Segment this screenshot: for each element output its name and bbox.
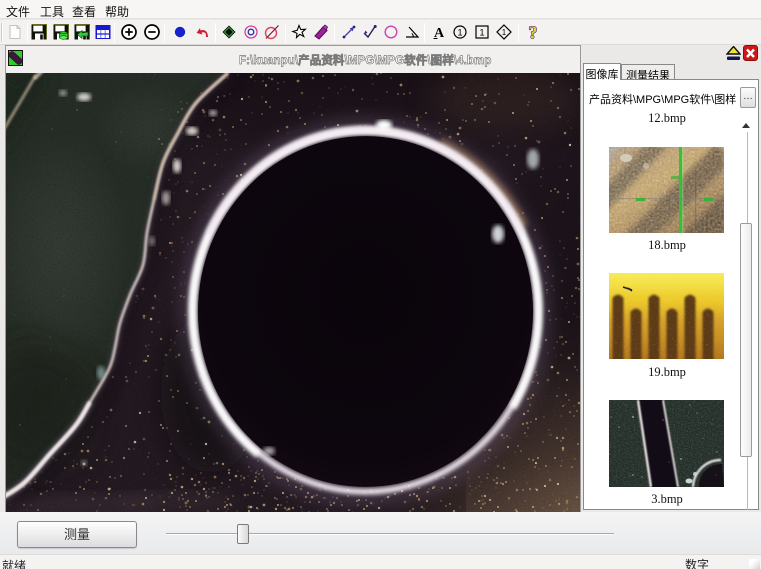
svg-text:1: 1 (502, 28, 507, 37)
svg-text:A: A (434, 26, 445, 40)
svg-text:?: ? (529, 24, 538, 40)
svg-text:1: 1 (457, 28, 462, 38)
svg-text:1: 1 (479, 28, 484, 38)
